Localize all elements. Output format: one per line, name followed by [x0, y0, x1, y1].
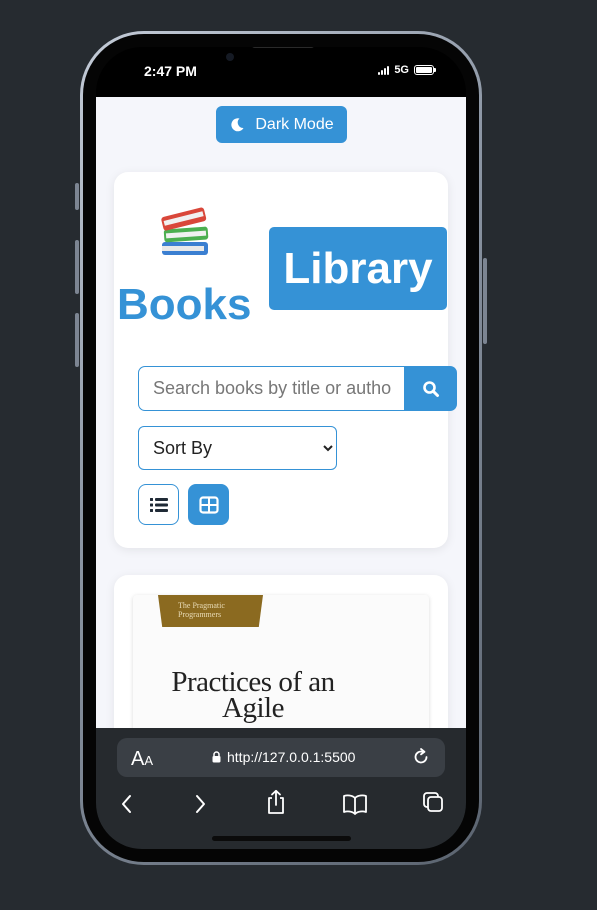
- network-type: 5G: [394, 64, 409, 76]
- share-icon[interactable]: [265, 789, 287, 815]
- status-icons: 5G: [378, 64, 436, 76]
- library-heading-box: Library: [269, 227, 447, 310]
- phone-screen: 2:47 PM 5G Dark Mode Books Library Searc…: [96, 47, 466, 849]
- home-indicator[interactable]: [212, 836, 351, 841]
- text-size-button[interactable]: AA: [131, 748, 153, 771]
- search-button[interactable]: [404, 366, 457, 411]
- books-heading: Books: [117, 280, 252, 329]
- volume-up-button: [75, 240, 79, 294]
- status-time: 2:47 PM: [144, 63, 197, 79]
- search-icon: [422, 380, 439, 397]
- reload-icon[interactable]: [411, 747, 431, 767]
- address-bar[interactable]: AA http://127.0.0.1:5500: [117, 738, 445, 777]
- speaker: [252, 47, 314, 48]
- bookmarks-icon[interactable]: [342, 793, 368, 815]
- back-icon[interactable]: [120, 793, 134, 815]
- url-text: http://127.0.0.1:5500: [227, 749, 356, 765]
- sort-select[interactable]: Sort By: [138, 426, 337, 470]
- browser-toolbar: AA http://127.0.0.1:5500: [96, 728, 466, 849]
- stage: 2:47 PM 5G Dark Mode Books Library Searc…: [0, 0, 597, 910]
- grid-icon: [198, 495, 219, 514]
- power-button: [483, 258, 487, 344]
- signal-icon: [378, 65, 390, 75]
- forward-icon[interactable]: [193, 793, 207, 815]
- moon-icon: [231, 117, 244, 131]
- url-display[interactable]: http://127.0.0.1:5500: [212, 749, 355, 765]
- lock-icon: [212, 751, 221, 763]
- notch: [212, 47, 352, 77]
- tabs-icon[interactable]: [422, 791, 444, 813]
- front-camera: [226, 53, 234, 61]
- dark-mode-label: Dark Mode: [255, 115, 334, 133]
- library-header-card: Books Library Sort By: [114, 172, 457, 548]
- library-heading: Library: [283, 243, 433, 293]
- book-cover-title: Practices of an Agile: [133, 668, 373, 724]
- battery-icon: [414, 65, 436, 75]
- web-page: Dark Mode Books Library Search books by …: [96, 97, 466, 728]
- dark-mode-button[interactable]: Dark Mode: [216, 106, 347, 143]
- book-title-line-2: Agile: [222, 692, 284, 724]
- volume-down-button: [75, 313, 79, 367]
- text-size-small: A: [144, 753, 154, 768]
- text-size-large: A: [131, 748, 145, 770]
- list-icon: [149, 497, 168, 512]
- publisher-logo: The Pragmatic Programmers: [158, 595, 263, 627]
- book-card[interactable]: The Pragmatic Programmers Practices of a…: [114, 575, 448, 728]
- grid-view-button[interactable]: [188, 484, 229, 525]
- mute-switch: [75, 183, 79, 210]
- list-view-button[interactable]: [138, 484, 179, 525]
- book-cover-image[interactable]: The Pragmatic Programmers Practices of a…: [133, 595, 429, 728]
- books-icon: [161, 207, 209, 255]
- search-input[interactable]: [138, 366, 405, 411]
